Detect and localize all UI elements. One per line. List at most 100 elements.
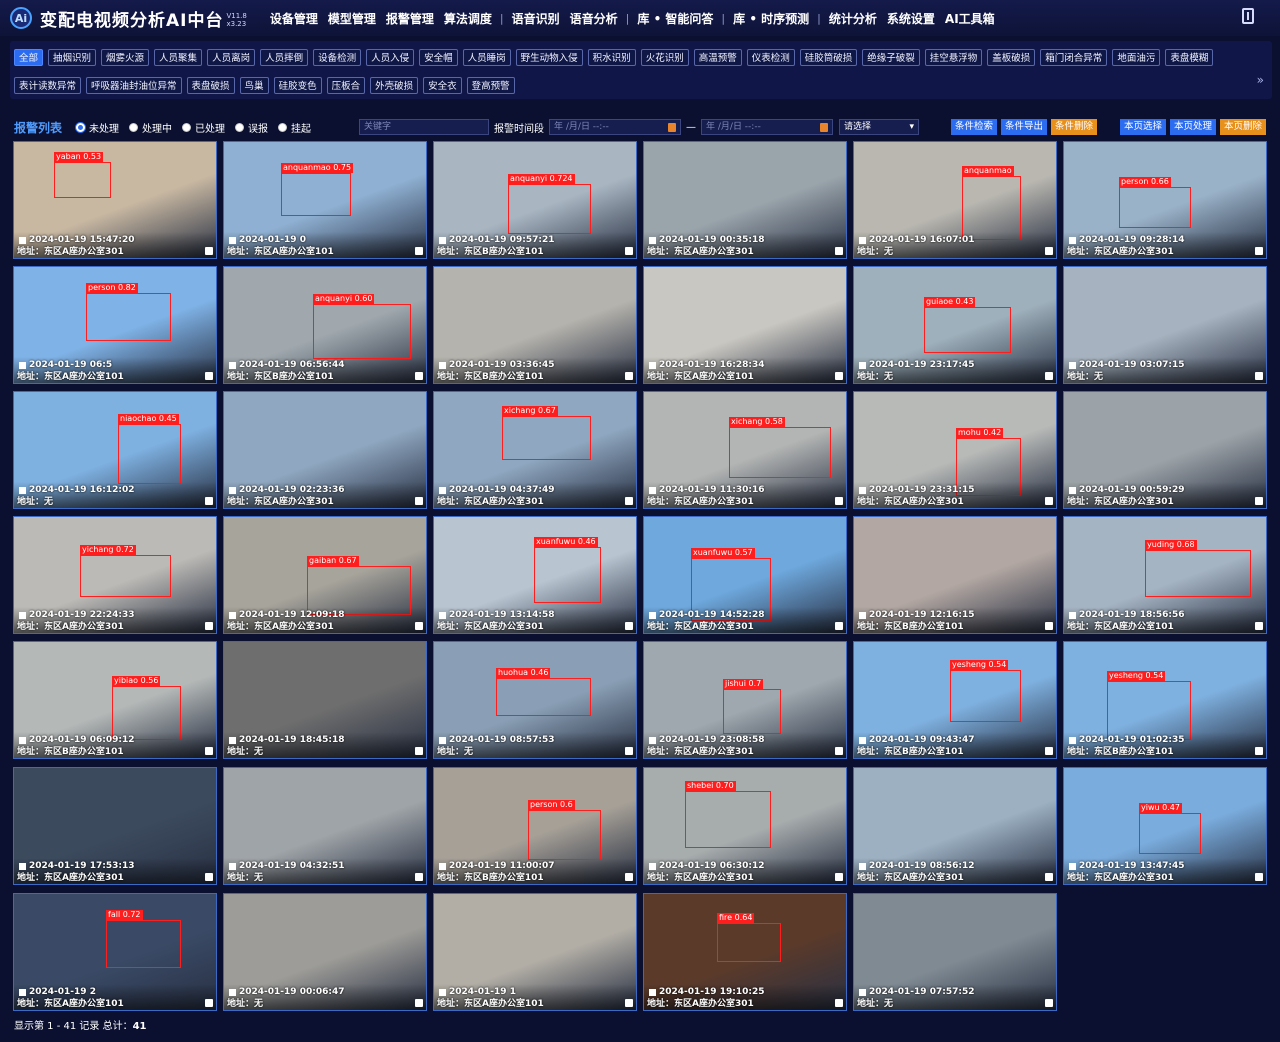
category-tag[interactable]: 抽烟识别 [48,49,97,66]
alarm-card[interactable]: 2024-01-19 00:59:29 地址：东区A座办公室301 [1063,391,1267,509]
status-radio[interactable]: 已处理 [182,120,225,135]
checkbox-icon[interactable] [649,236,656,244]
category-tag[interactable]: 火花识别 [640,49,689,66]
checkbox-icon[interactable] [649,486,656,494]
nav-item[interactable]: 库 • 时序预测 [728,10,814,27]
checkbox-icon[interactable] [229,486,236,494]
expand-icon[interactable] [415,747,423,755]
expand-icon[interactable] [415,372,423,380]
category-tag[interactable]: 鸟巢 [239,77,269,94]
nav-item[interactable]: 语音分析 [565,10,623,27]
checkbox-icon[interactable] [649,988,656,996]
chevron-right-icon[interactable]: » [1257,73,1264,87]
nav-item[interactable]: 模型管理 [323,10,381,27]
page-select-button[interactable]: 本页选择 [1119,119,1166,135]
expand-icon[interactable] [205,873,213,881]
checkbox-icon[interactable] [1069,236,1076,244]
category-tag[interactable]: 人员入侵 [366,49,415,66]
category-tag[interactable]: 人员聚集 [154,49,203,66]
expand-icon[interactable] [835,747,843,755]
checkbox-icon[interactable] [1069,736,1076,744]
checkbox-icon[interactable] [859,486,866,494]
expand-icon[interactable] [205,372,213,380]
expand-icon[interactable] [835,873,843,881]
alarm-card[interactable]: fall 0.72 2024-01-19 2 地址：东区A座办公室101 [13,893,217,1011]
expand-icon[interactable] [1255,372,1263,380]
expand-icon[interactable] [625,372,633,380]
category-tag[interactable]: 表盘模糊 [1165,49,1214,66]
expand-icon[interactable] [205,999,213,1007]
category-tag[interactable]: 表盘破损 [186,77,235,94]
status-radio[interactable]: 挂起 [278,120,311,135]
exit-icon[interactable] [1242,8,1254,24]
page-process-button[interactable]: 本页处理 [1169,119,1216,135]
expand-icon[interactable] [1255,247,1263,255]
expand-icon[interactable] [625,247,633,255]
alarm-card[interactable]: anquanyi 0.60 2024-01-19 06:56:44 地址：东区B座办… [223,266,427,384]
alarm-card[interactable]: xichang 0.58 2024-01-19 11:30:16 地址：东区A座办公… [643,391,847,509]
expand-icon[interactable] [1045,622,1053,630]
category-tag[interactable]: 呼吸器油封油位异常 [86,77,182,94]
alarm-card[interactable]: 2024-01-19 00:06:47 地址：无 [223,893,427,1011]
alarm-card[interactable]: 2024-01-19 08:56:12 地址：东区A座办公室301 [853,767,1057,885]
category-tag[interactable]: 人员离岗 [207,49,256,66]
checkbox-icon[interactable] [649,361,656,369]
expand-icon[interactable] [205,747,213,755]
expand-icon[interactable] [415,999,423,1007]
expand-icon[interactable] [1045,747,1053,755]
nav-item[interactable]: AI工具箱 [940,10,1000,27]
category-tag[interactable]: 仪表检测 [746,49,795,66]
category-tag[interactable]: 箱门闭合异常 [1040,49,1108,66]
alarm-card[interactable]: yichang 0.72 2024-01-19 22:24:33 地址：东区A座办公… [13,516,217,634]
checkbox-icon[interactable] [1069,611,1076,619]
expand-icon[interactable] [625,873,633,881]
checkbox-icon[interactable] [19,236,26,244]
keyword-input[interactable]: 关键字 [359,119,490,135]
alarm-card[interactable]: 2024-01-19 00:35:18 地址：东区A座办公室301 [643,141,847,259]
checkbox-icon[interactable] [439,736,446,744]
page-delete-button[interactable]: 本页删除 [1219,119,1266,135]
expand-icon[interactable] [205,497,213,505]
alarm-card[interactable]: 2024-01-19 1 地址：东区A座办公室101 [433,893,637,1011]
checkbox-icon[interactable] [1069,361,1076,369]
alarm-card[interactable]: 2024-01-19 17:53:13 地址：东区A座办公室301 [13,767,217,885]
alarm-card[interactable]: yuding 0.68 2024-01-19 18:56:56 地址：东区A座办公室… [1063,516,1267,634]
expand-icon[interactable] [835,999,843,1007]
checkbox-icon[interactable] [439,361,446,369]
export-button[interactable]: 条件导出 [1001,119,1048,135]
category-tag[interactable]: 绝缘子破裂 [862,49,920,66]
checkbox-icon[interactable] [859,862,866,870]
checkbox-icon[interactable] [19,486,26,494]
nav-item[interactable]: 报警管理 [381,10,439,27]
checkbox-icon[interactable] [19,736,26,744]
alarm-card[interactable]: person 0.66 2024-01-19 09:28:14 地址：东区A座办公室… [1063,141,1267,259]
checkbox-icon[interactable] [1069,862,1076,870]
alarm-card[interactable]: gaiban 0.67 2024-01-19 12:09:18 地址：东区A座办公室… [223,516,427,634]
expand-icon[interactable] [415,497,423,505]
expand-icon[interactable] [1255,622,1263,630]
category-tag[interactable]: 登高预警 [466,77,515,94]
calendar-icon[interactable] [820,122,829,132]
expand-icon[interactable] [835,247,843,255]
checkbox-icon[interactable] [439,988,446,996]
checkbox-icon[interactable] [229,862,236,870]
status-radio[interactable]: 处理中 [129,120,172,135]
checkbox-icon[interactable] [229,361,236,369]
checkbox-icon[interactable] [859,736,866,744]
alarm-card[interactable]: 2024-01-19 18:45:18 地址：无 [223,641,427,759]
category-tag[interactable]: 安全衣 [423,77,462,94]
expand-icon[interactable] [835,622,843,630]
checkbox-icon[interactable] [229,611,236,619]
alarm-card[interactable]: yaban 0.53 2024-01-19 15:47:20 地址：东区A座办公室3… [13,141,217,259]
checkbox-icon[interactable] [229,736,236,744]
expand-icon[interactable] [415,622,423,630]
alarm-card[interactable]: yesheng 0.54 2024-01-19 01:02:35 地址：东区B座办公… [1063,641,1267,759]
category-tag[interactable]: 挂空悬浮物 [924,49,983,66]
category-tag[interactable]: 盖板破损 [987,49,1036,66]
checkbox-icon[interactable] [439,611,446,619]
checkbox-icon[interactable] [19,361,26,369]
checkbox-icon[interactable] [229,236,236,244]
checkbox-icon[interactable] [19,862,26,870]
expand-icon[interactable] [835,372,843,380]
alarm-card[interactable]: fire 0.64 2024-01-19 19:10:25 地址：东区A座办公室30… [643,893,847,1011]
